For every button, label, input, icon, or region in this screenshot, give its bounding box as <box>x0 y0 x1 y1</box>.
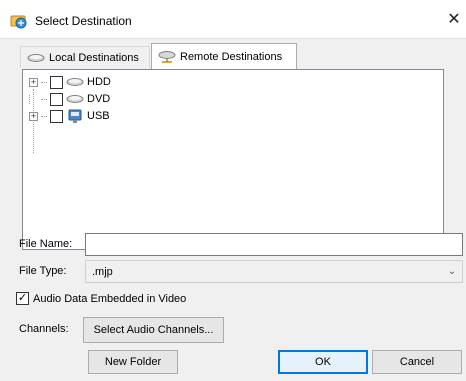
tree-item-checkbox[interactable] <box>50 92 63 106</box>
destination-tree[interactable]: + HDD DVD + USB <box>22 69 444 250</box>
drive-icon <box>66 78 84 86</box>
dialog-body: Local Destinations Remote Destinations +… <box>0 38 466 381</box>
usb-icon <box>68 109 82 123</box>
tree-item-checkbox[interactable] <box>50 75 63 89</box>
cancel-button[interactable]: Cancel <box>372 350 462 374</box>
drive-icon <box>27 53 45 62</box>
tree-item-usb[interactable]: + USB <box>29 108 110 124</box>
tree-connector <box>41 115 47 117</box>
tree-item-hdd[interactable]: + HDD <box>29 74 111 90</box>
channels-label: Channels: <box>19 323 69 335</box>
tab-local-destinations[interactable]: Local Destinations <box>20 46 150 68</box>
close-button[interactable]: ✕ <box>444 10 464 30</box>
window-title: Select Destination <box>35 14 132 28</box>
audio-embedded-option[interactable]: ✓ Audio Data Embedded in Video <box>16 292 186 305</box>
tree-item-label: HDD <box>87 76 111 88</box>
tree-connector <box>41 81 47 83</box>
file-name-field[interactable] <box>85 233 463 256</box>
file-type-value: .mjp <box>92 265 113 278</box>
tree-item-checkbox[interactable] <box>50 109 63 123</box>
ok-button[interactable]: OK <box>278 350 368 374</box>
expand-icon[interactable]: + <box>29 111 38 121</box>
tree-item-label: DVD <box>87 93 111 105</box>
audio-embedded-checkbox[interactable]: ✓ <box>16 292 29 305</box>
tree-item-dvd[interactable]: DVD <box>29 91 110 107</box>
new-folder-button[interactable]: New Folder <box>88 350 178 374</box>
tree-connector <box>41 98 47 100</box>
tree-connector <box>29 94 38 104</box>
title-bar: Select Destination ✕ <box>0 0 466 38</box>
chevron-down-icon: ⌄ <box>447 266 457 277</box>
tab-label: Remote Destinations <box>180 50 283 63</box>
tree-item-label: USB <box>87 110 110 122</box>
audio-embedded-label: Audio Data Embedded in Video <box>33 292 187 305</box>
file-type-label: File Type: <box>19 265 67 277</box>
file-type-select[interactable]: .mjp ⌄ <box>85 260 463 283</box>
network-drive-icon <box>158 50 176 63</box>
tab-label: Local Destinations <box>49 51 139 64</box>
drive-icon <box>66 95 84 103</box>
select-audio-channels-button[interactable]: Select Audio Channels... <box>83 317 224 343</box>
destination-icon <box>10 15 27 29</box>
tab-remote-destinations[interactable]: Remote Destinations <box>151 43 297 69</box>
expand-icon[interactable]: + <box>29 77 38 87</box>
file-name-label: File Name: <box>19 238 73 250</box>
